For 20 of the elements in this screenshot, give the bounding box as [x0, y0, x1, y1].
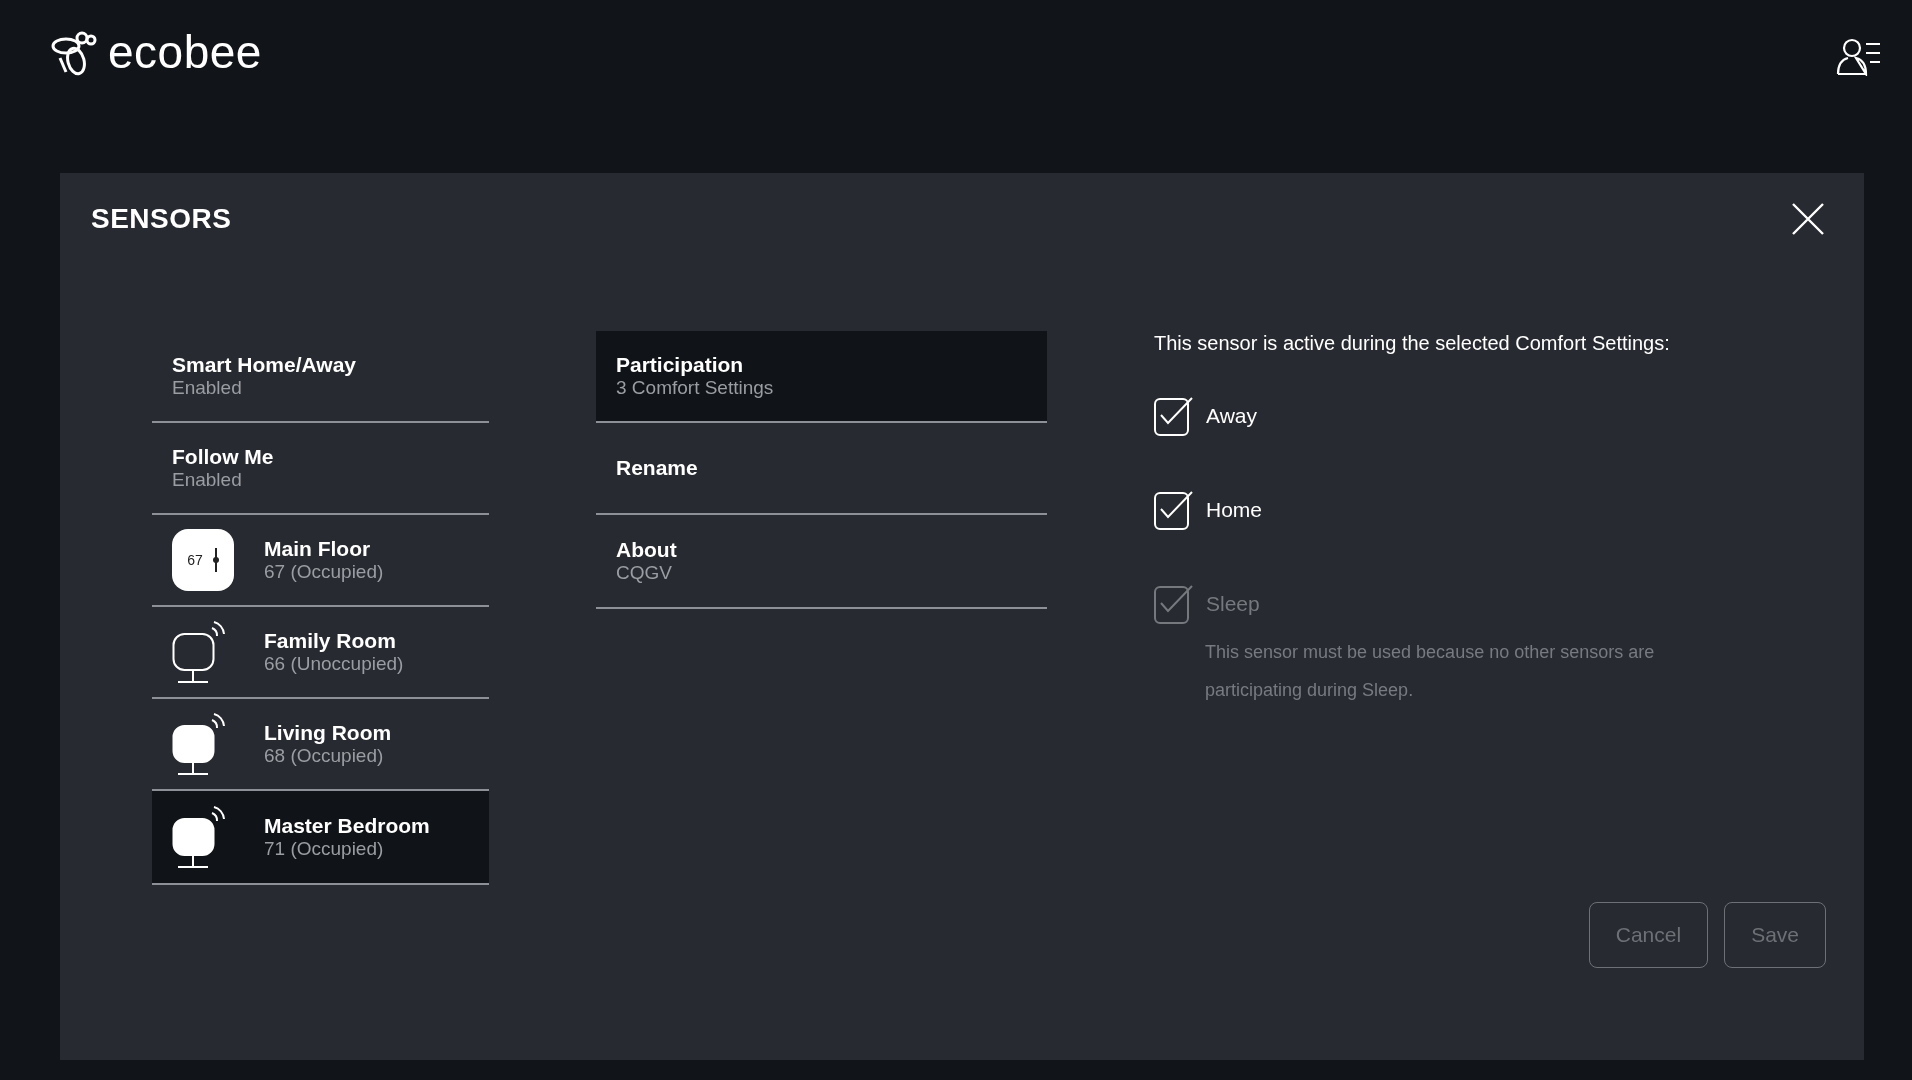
brand-name: ecobee: [108, 29, 262, 75]
thermostat-icon: 67: [172, 529, 234, 591]
sensor-list-item[interactable]: 67 Main Floor 67 (Occupied): [152, 515, 489, 607]
checkbox-icon: [1154, 583, 1194, 625]
settings-menu-item[interactable]: About CQGV: [596, 515, 1047, 607]
user-menu-icon[interactable]: [1836, 36, 1882, 76]
checkbox-icon: [1154, 489, 1194, 531]
sensor-list-item[interactable]: Master Bedroom 71 (Occupied): [152, 791, 489, 883]
comfort-setting-checkbox[interactable]: Home: [1154, 489, 1263, 531]
panel-title: SENSORS: [91, 202, 232, 236]
sensor-list-item[interactable]: Family Room 66 (Unoccupied): [152, 607, 489, 699]
comfort-setting-checkbox[interactable]: Away: [1154, 395, 1257, 437]
checkbox-icon: [1154, 395, 1194, 437]
settings-menu-item[interactable]: Participation 3 Comfort Settings: [596, 331, 1047, 423]
close-icon[interactable]: [1790, 201, 1826, 237]
sleep-requirement-note: This sensor must be used because no other sensors are participating during Sleep.: [1205, 641, 1656, 702]
settings-menu-item[interactable]: Rename: [596, 423, 1047, 515]
sensor-list-item[interactable]: Smart Home/Away Enabled: [152, 331, 489, 423]
sensor-list-item[interactable]: Follow Me Enabled: [152, 423, 489, 515]
participation-description: This sensor is active during the selected Comfort Settings:: [1154, 331, 1671, 355]
